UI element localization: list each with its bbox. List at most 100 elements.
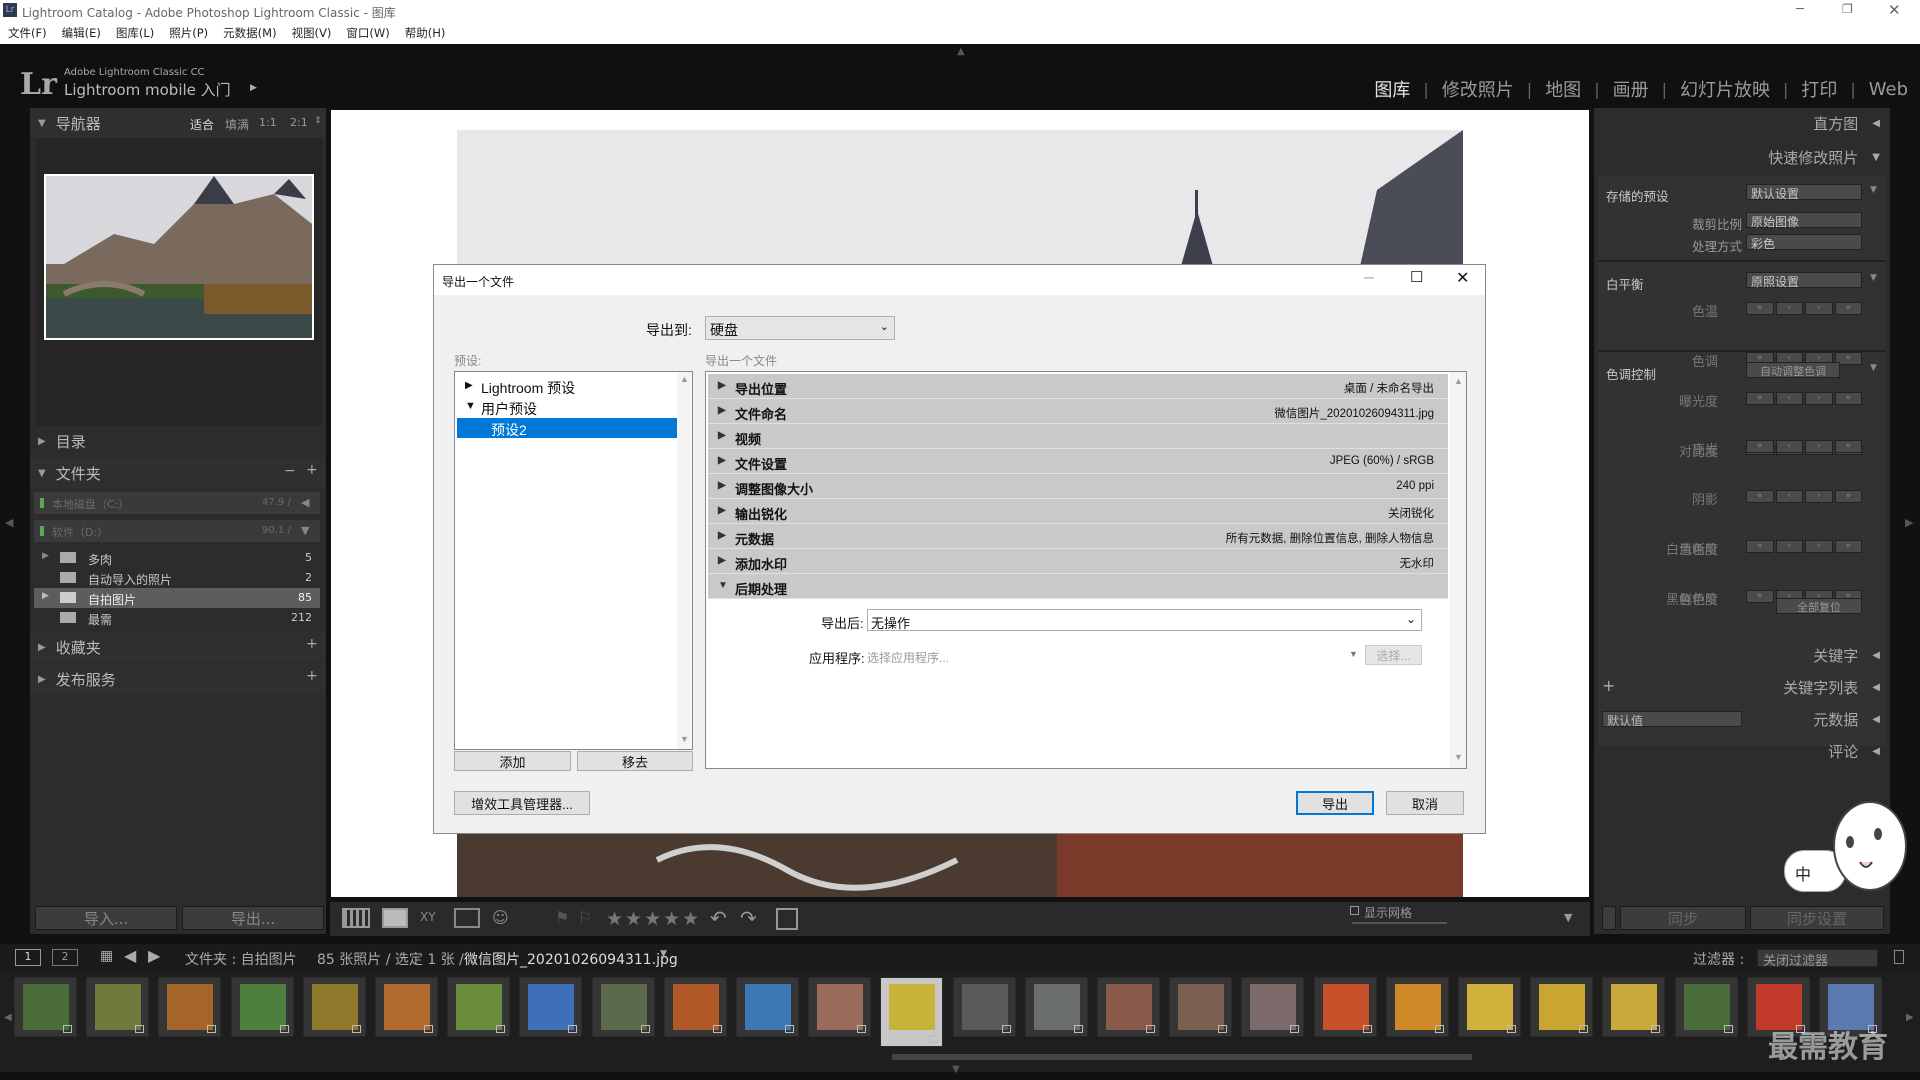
navigator-photo[interactable] (44, 174, 314, 340)
export-section[interactable]: ▶ 文件命名 微信图片_20201026094311.jpg (708, 399, 1448, 424)
dialog-close-icon[interactable]: ✕ (1456, 268, 1469, 288)
filmstrip-thumbnail[interactable] (1385, 977, 1449, 1037)
navigator-header[interactable]: ▼ 导航器 适合 填满 1:1 2:1 ⇕ (30, 108, 326, 138)
export-section[interactable]: ▶ 添加水印 无水印 (708, 549, 1448, 574)
filter-lock-icon[interactable] (1894, 950, 1904, 964)
expand-icon[interactable]: ▶ (718, 530, 726, 541)
menu-item[interactable]: 图库(L) (116, 25, 154, 41)
menu-item[interactable]: 编辑(E) (62, 25, 101, 41)
collections-header[interactable]: ▶ 收藏夹 + (30, 632, 326, 662)
add-preset-button[interactable]: 添加 (454, 751, 571, 771)
filmstrip-thumbnail[interactable] (591, 977, 655, 1037)
module-tab[interactable]: 图库 (1374, 76, 1410, 102)
settings-scrollbar[interactable]: ▲ ▼ (1450, 372, 1466, 768)
minimize-icon[interactable]: ─ (1796, 2, 1804, 17)
preset-group-user[interactable]: ▼ 用户预设 (455, 397, 677, 417)
expand-icon[interactable]: ◀ (1872, 650, 1880, 661)
step-button[interactable]: » (1834, 490, 1862, 503)
menu-item[interactable]: 文件(F) (8, 25, 47, 41)
filmstrip-thumbnail[interactable] (14, 977, 77, 1037)
import-button[interactable]: 导入... (35, 906, 177, 930)
expand-icon[interactable]: ▶ (718, 430, 726, 441)
export-section[interactable]: ▶ 输出锐化 关闭锐化 (708, 499, 1448, 524)
filmstrip-thumbnail[interactable] (230, 977, 294, 1037)
expand-icon[interactable]: ▶ (718, 505, 726, 516)
module-tab[interactable]: Web (1869, 79, 1908, 100)
collapse-icon[interactable]: ▼ (1870, 273, 1877, 283)
dropdown-arrow-icon[interactable]: ▼ (1349, 649, 1358, 659)
filmstrip-thumbnail[interactable] (808, 977, 872, 1037)
folders-header[interactable]: ▼ 文件夹 − + (30, 458, 326, 488)
preset-item-selected[interactable]: 预设2 (457, 418, 677, 438)
zoom-fill[interactable]: 填满 (225, 116, 249, 133)
toolbar-menu-icon[interactable]: ▼ (1564, 911, 1572, 924)
play-icon[interactable]: ▶ (250, 83, 257, 93)
menu-item[interactable]: 视图(V) (292, 25, 332, 41)
step-button[interactable]: » (1834, 440, 1862, 453)
collapse-icon[interactable]: ▼ (1870, 185, 1877, 195)
grid-view-icon[interactable] (342, 908, 370, 928)
module-tab[interactable]: 画册 (1613, 76, 1649, 102)
keyword-list-header[interactable]: + 关键字列表 ◀ (1594, 672, 1890, 702)
folder-item[interactable]: 自动导入的照片 2 (34, 568, 320, 588)
menu-item[interactable]: 窗口(W) (346, 25, 389, 41)
step-button[interactable]: ‹ (1775, 392, 1803, 405)
step-button[interactable]: » (1834, 392, 1862, 405)
volume-c[interactable]: 本地磁盘（C:） 47.9 / ◀ (34, 492, 320, 514)
treatment-select[interactable]: 彩色 (1746, 234, 1862, 251)
back-arrow-icon[interactable]: ◀ (124, 946, 136, 965)
export-section[interactable]: ▶ 文件设置 JPEG (60%) / sRGB (708, 449, 1448, 474)
histogram-header[interactable]: 直方图 ◀ (1594, 108, 1890, 138)
step-button[interactable]: « (1746, 440, 1774, 453)
expand-icon[interactable]: ▶ (718, 480, 726, 491)
add-publish-icon[interactable]: + (306, 668, 318, 684)
step-button[interactable]: › (1805, 392, 1833, 405)
window-2-button[interactable]: 2 (52, 949, 78, 966)
sync-settings-button[interactable]: 同步设置 (1750, 906, 1884, 930)
menu-item[interactable]: 帮助(H) (405, 25, 446, 41)
filmstrip-thumbnail[interactable] (1169, 977, 1233, 1037)
filmstrip-thumbnail[interactable] (447, 977, 511, 1037)
choose-app-button[interactable]: 选择... (1365, 645, 1422, 665)
step-button[interactable]: « (1746, 490, 1774, 503)
module-tab[interactable]: 地图 (1545, 76, 1581, 102)
filmstrip-thumbnail[interactable] (1024, 977, 1088, 1037)
step-button[interactable]: › (1805, 302, 1833, 315)
comments-header[interactable]: 评论 ◀ (1594, 736, 1890, 766)
expand-icon[interactable]: ◀ (1872, 746, 1880, 757)
filmstrip-thumbnail[interactable] (158, 977, 222, 1037)
step-button[interactable]: ‹ (1775, 540, 1803, 553)
module-tab[interactable]: 修改照片 (1442, 76, 1514, 102)
preset-group-lightroom[interactable]: ▶ Lightroom 预设 (455, 376, 677, 396)
menu-item[interactable]: 元数据(M) (223, 25, 276, 41)
filmstrip-thumbnail[interactable] (1097, 977, 1160, 1037)
folder-item[interactable]: 最需 212 (34, 608, 320, 628)
filmstrip-thumbnail[interactable] (86, 977, 150, 1037)
export-to-select[interactable]: 硬盘 ⌄ (705, 316, 895, 340)
export-section[interactable]: ▶ 元数据 所有元数据, 删除位置信息, 删除人物信息 (708, 524, 1448, 549)
expand-icon[interactable]: ▶ (718, 455, 726, 466)
add-folder-icon[interactable]: + (306, 462, 318, 478)
step-button[interactable]: › (1805, 440, 1833, 453)
rotate-right-icon[interactable]: ↷ (740, 906, 757, 930)
expand-icon[interactable]: ◀ (1872, 714, 1880, 725)
close-icon[interactable]: ✕ (1888, 1, 1901, 19)
filmstrip-thumbnail[interactable] (1530, 977, 1594, 1037)
filmstrip-scrollbar[interactable] (892, 1054, 1472, 1060)
filmstrip-thumbnail[interactable] (1241, 977, 1305, 1037)
restore-icon[interactable]: ❐ (1842, 2, 1853, 16)
crop-overlay-icon[interactable] (776, 908, 798, 930)
chevron-down-icon[interactable]: ▼ (660, 949, 667, 959)
quick-develop-header[interactable]: 快速修改照片 ▼ (1594, 142, 1890, 172)
preset-scrollbar[interactable]: ▲ ▼ (677, 372, 692, 749)
step-button[interactable]: « (1746, 392, 1774, 405)
step-button[interactable]: « (1746, 590, 1774, 603)
export-section[interactable]: ▶ 调整图像大小 240 ppi (708, 474, 1448, 499)
expand-icon[interactable]: ◀ (1872, 118, 1880, 129)
catalog-header[interactable]: ▶ 目录 (30, 426, 326, 456)
metadata-header[interactable]: 默认值 元数据 ◀ (1594, 704, 1890, 734)
rotate-left-icon[interactable]: ↶ (710, 906, 727, 930)
reject-flag-icon[interactable]: ⚐ (578, 908, 592, 927)
collapse-icon[interactable]: − (284, 463, 296, 479)
step-button[interactable]: » (1834, 302, 1862, 315)
